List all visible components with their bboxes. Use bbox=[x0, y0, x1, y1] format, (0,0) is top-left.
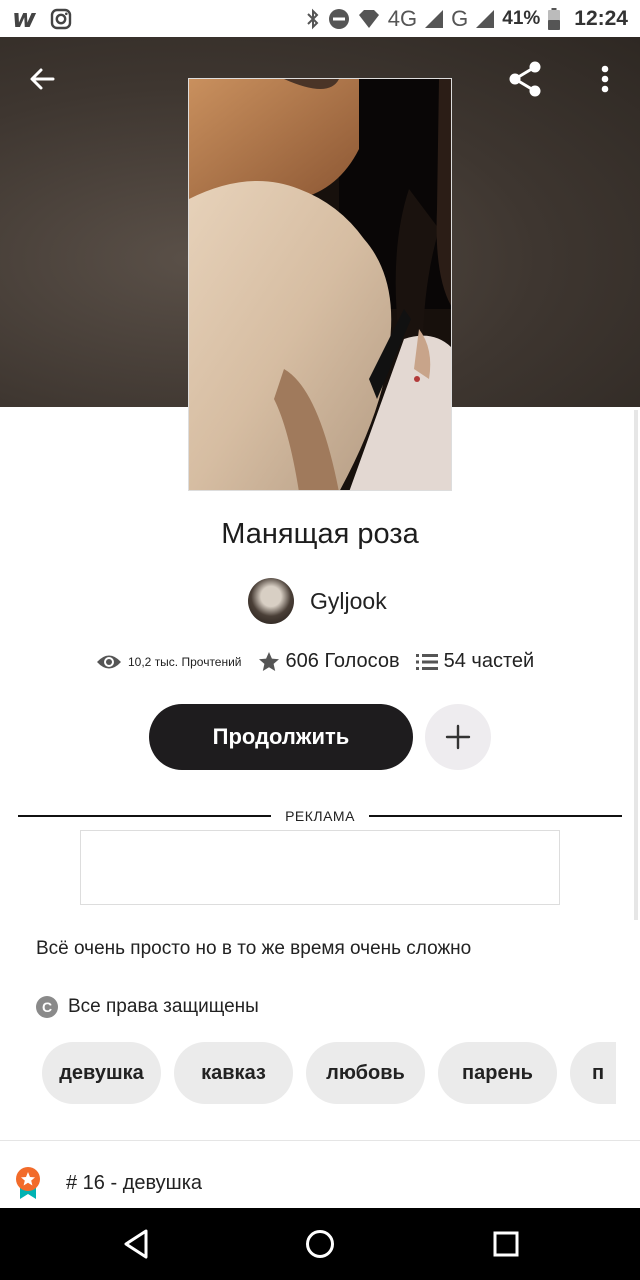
copyright-text: Все права защищены bbox=[68, 996, 259, 1017]
reads-stat: 10,2 тыс. Прочтений bbox=[96, 653, 258, 671]
nav-home-button[interactable] bbox=[300, 1224, 340, 1264]
ad-divider: РЕКЛАМА bbox=[18, 806, 623, 826]
tag-chip[interactable]: любовь bbox=[306, 1042, 425, 1104]
parts-count: 54 частей bbox=[443, 650, 535, 672]
tag-chip[interactable]: кавказ bbox=[174, 1042, 293, 1104]
story-description: Всё очень просто но в то же время очень … bbox=[36, 938, 472, 959]
triangle-back-icon bbox=[124, 1229, 148, 1259]
signal-icon bbox=[476, 9, 495, 28]
copyright-icon: C bbox=[36, 996, 58, 1018]
instagram-icon bbox=[50, 8, 72, 29]
add-to-library-button[interactable] bbox=[425, 704, 491, 770]
tag-list[interactable]: девушка кавказ любовь парень п bbox=[42, 1042, 616, 1104]
votes-stat: 606 Голосов bbox=[258, 650, 416, 673]
circle-home-icon bbox=[306, 1230, 334, 1258]
ranking-text: # 16 - девушка bbox=[66, 1171, 203, 1194]
network-g-label: G bbox=[451, 5, 469, 31]
hotspot-icon bbox=[358, 9, 379, 28]
list-icon bbox=[415, 653, 438, 670]
share-button[interactable] bbox=[503, 57, 547, 101]
plus-icon bbox=[445, 724, 471, 750]
nav-recents-button[interactable] bbox=[486, 1224, 526, 1264]
do-not-disturb-icon bbox=[328, 8, 349, 29]
award-icon bbox=[16, 1167, 40, 1199]
cover-image bbox=[189, 79, 451, 490]
eye-icon bbox=[97, 655, 121, 668]
signal-icon bbox=[425, 9, 444, 28]
more-options-button[interactable] bbox=[583, 57, 627, 101]
ad-banner[interactable] bbox=[80, 830, 560, 905]
wattpad-logo-icon: w bbox=[12, 3, 37, 34]
story-stats: 10,2 тыс. Прочтений 606 Голосов 54 часте… bbox=[96, 650, 550, 673]
ranking-row[interactable]: # 16 - девушка bbox=[14, 1166, 202, 1200]
nav-back-button[interactable] bbox=[116, 1224, 156, 1264]
star-icon bbox=[258, 651, 279, 671]
status-bar: w 4G G 41% 12:24 bbox=[0, 0, 640, 37]
continue-reading-button[interactable]: Продолжить bbox=[149, 704, 413, 770]
author-link[interactable]: Gyljook bbox=[248, 578, 387, 624]
reads-count: 10,2 тыс. Прочтений bbox=[128, 654, 242, 669]
tag-chip[interactable]: парень bbox=[438, 1042, 557, 1104]
android-nav-bar bbox=[0, 1208, 640, 1280]
tag-chip[interactable]: п bbox=[570, 1042, 616, 1104]
divider-line bbox=[368, 815, 623, 817]
battery-icon bbox=[548, 7, 561, 30]
clock: 12:24 bbox=[574, 6, 628, 30]
bluetooth-icon bbox=[307, 8, 319, 29]
battery-percent: 41% bbox=[502, 7, 541, 29]
back-button[interactable] bbox=[20, 57, 64, 101]
ad-label: РЕКЛАМА bbox=[285, 808, 355, 824]
tag-chip[interactable]: девушка bbox=[42, 1042, 161, 1104]
square-recents-icon bbox=[493, 1231, 519, 1257]
scrollbar[interactable] bbox=[634, 410, 638, 920]
story-cover[interactable] bbox=[188, 78, 452, 491]
network-4g-label: 4G bbox=[387, 5, 418, 31]
author-name[interactable]: Gyljook bbox=[310, 588, 387, 615]
share-icon bbox=[509, 61, 541, 97]
divider-line bbox=[18, 815, 272, 817]
copyright-info: C Все права защищены bbox=[36, 996, 259, 1018]
more-vertical-icon bbox=[601, 65, 609, 93]
section-divider bbox=[0, 1140, 640, 1141]
votes-count: 606 Голосов bbox=[285, 650, 400, 672]
avatar[interactable] bbox=[248, 578, 294, 624]
story-title: Манящая роза bbox=[221, 518, 419, 550]
parts-stat: 54 частей bbox=[415, 650, 551, 673]
arrow-left-icon bbox=[30, 68, 55, 90]
